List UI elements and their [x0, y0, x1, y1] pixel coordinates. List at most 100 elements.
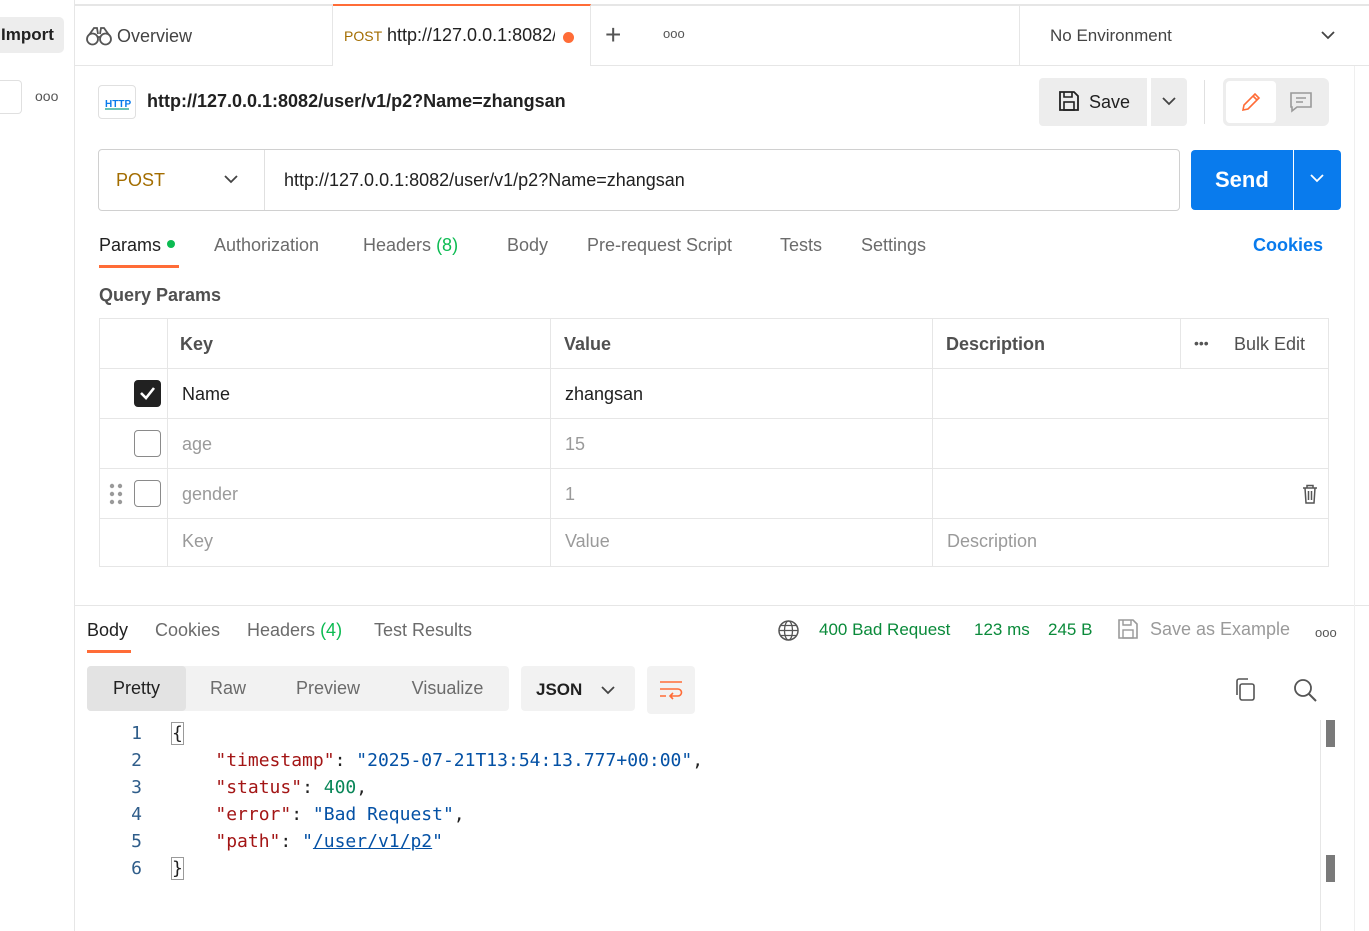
send-button[interactable]: Send: [1191, 150, 1293, 210]
param-key[interactable]: gender: [182, 484, 238, 505]
response-tab-body[interactable]: Body: [87, 620, 128, 641]
view-mode-toggle: [1223, 78, 1329, 126]
format-preview[interactable]: Preview: [270, 666, 386, 711]
response-time[interactable]: 123 ms: [974, 620, 1030, 640]
response-tab-test-results[interactable]: Test Results: [374, 620, 472, 641]
active-tab-underline: [99, 265, 179, 268]
tab-prerequest-script[interactable]: Pre-request Script: [587, 235, 732, 256]
response-size[interactable]: 245 B: [1048, 620, 1092, 640]
code-line[interactable]: {: [171, 722, 184, 745]
save-options-dropdown[interactable]: [1151, 78, 1187, 126]
search-icon[interactable]: [1292, 677, 1318, 703]
new-tab-plus-icon[interactable]: +: [605, 19, 621, 51]
code-line[interactable]: "status": 400,: [172, 777, 367, 798]
json-number-value: 400: [323, 777, 357, 798]
edit-mode-button[interactable]: [1226, 81, 1276, 123]
pencil-icon: [1241, 92, 1261, 112]
drag-handle-icon[interactable]: [109, 483, 123, 505]
json-path-link[interactable]: /user/v1/p2: [313, 831, 432, 852]
response-format-group: Pretty Raw Preview Visualize: [87, 666, 509, 711]
param-key[interactable]: age: [182, 434, 212, 455]
response-more-icon[interactable]: ooo: [1315, 625, 1337, 640]
param-key[interactable]: Name: [182, 384, 230, 405]
tab-authorization[interactable]: Authorization: [214, 235, 319, 256]
json-open-brace: {: [171, 722, 184, 745]
line-number: 5: [131, 831, 142, 852]
trash-icon[interactable]: [1302, 484, 1318, 504]
column-header-description: Description: [946, 334, 1046, 354]
json-key: "status": [215, 777, 303, 798]
new-param-key-input[interactable]: Key: [182, 531, 213, 552]
response-status[interactable]: 400 Bad Request: [819, 620, 950, 640]
page-scrollbar[interactable]: [1354, 66, 1369, 931]
query-params-table: Key Value Description ••• Bulk Edit Name…: [99, 318, 1329, 567]
wrap-lines-icon: [660, 681, 683, 700]
json-key: "timestamp": [215, 750, 335, 771]
format-pretty[interactable]: Pretty: [87, 666, 186, 711]
tab-headers[interactable]: Headers (8): [363, 235, 458, 256]
code-scrollbar-track[interactable]: [1320, 720, 1321, 931]
tab-settings[interactable]: Settings: [861, 235, 926, 256]
tabs-more-icon[interactable]: ooo: [663, 26, 685, 41]
line-number: 4: [131, 804, 142, 825]
line-number: 6: [131, 858, 142, 879]
tab-params[interactable]: Params: [99, 235, 176, 256]
code-line[interactable]: "path": "/user/v1/p2": [172, 831, 443, 852]
code-line[interactable]: }: [171, 857, 184, 880]
checkmark-icon: [140, 387, 156, 400]
send-options-dropdown[interactable]: [1294, 150, 1341, 210]
param-checkbox[interactable]: [134, 380, 161, 407]
save-disk-icon: [1059, 91, 1079, 111]
response-tab-headers[interactable]: Headers (4): [247, 620, 342, 641]
format-raw[interactable]: Raw: [186, 666, 270, 711]
overview-binoculars-icon: [86, 27, 112, 46]
code-scrollbar-marker[interactable]: [1326, 720, 1335, 747]
tab-body[interactable]: Body: [507, 235, 548, 256]
save-button[interactable]: Save: [1039, 78, 1147, 126]
tab-headers-label: Headers: [363, 235, 432, 255]
sidebar-search-box[interactable]: [0, 80, 22, 114]
json-close-brace: }: [171, 857, 184, 880]
tab-method-label: POST: [344, 28, 383, 44]
response-tab-cookies[interactable]: Cookies: [155, 620, 220, 641]
json-string-value: "Bad Request": [312, 804, 454, 825]
code-scrollbar-marker[interactable]: [1326, 855, 1335, 882]
table-more-icon[interactable]: •••: [1194, 335, 1209, 351]
line-number: 1: [131, 723, 142, 744]
bulk-edit-button[interactable]: Bulk Edit: [1234, 334, 1305, 355]
unsaved-dot-icon: [563, 32, 574, 43]
sidebar-more-icon[interactable]: ooo: [35, 88, 58, 104]
column-header-value: Value: [564, 334, 612, 354]
word-wrap-button[interactable]: [647, 666, 695, 714]
param-value[interactable]: 15: [565, 434, 585, 455]
param-checkbox[interactable]: [134, 430, 161, 457]
format-visualize[interactable]: Visualize: [386, 666, 509, 711]
table-row: Name zhangsan: [100, 369, 1328, 419]
url-input[interactable]: http://127.0.0.1:8082/user/v1/p2?Name=zh…: [284, 170, 685, 191]
method-select[interactable]: POST: [99, 150, 265, 210]
code-line[interactable]: "error": "Bad Request",: [172, 804, 464, 825]
response-headers-label: Headers: [247, 620, 316, 640]
request-title[interactable]: http://127.0.0.1:8082/user/v1/p2?Name=zh…: [147, 91, 566, 112]
globe-icon[interactable]: [777, 619, 800, 642]
tab-active-request[interactable]: POST http://127.0.0.1:8082/user/v1/p2?Na…: [333, 4, 591, 66]
param-checkbox[interactable]: [134, 480, 161, 507]
new-param-value-input[interactable]: Value: [565, 531, 610, 552]
import-button[interactable]: Import: [0, 17, 64, 53]
new-param-description-input[interactable]: Description: [947, 531, 1037, 552]
environment-selector[interactable]: No Environment: [1019, 6, 1369, 66]
param-value[interactable]: 1: [565, 484, 575, 505]
language-select[interactable]: JSON: [521, 666, 635, 711]
save-as-example-button[interactable]: Save as Example: [1150, 619, 1290, 640]
param-value[interactable]: zhangsan: [565, 384, 643, 405]
comment-icon[interactable]: [1289, 90, 1313, 114]
active-tab-underline: [87, 650, 131, 653]
tab-overview[interactable]: Overview: [75, 6, 333, 66]
tab-tests[interactable]: Tests: [780, 235, 822, 256]
url-bar: POST http://127.0.0.1:8082/user/v1/p2?Na…: [98, 149, 1180, 211]
code-line[interactable]: "timestamp": "2025-07-21T13:54:13.777+00…: [172, 750, 703, 771]
tab-bar: Overview POST http://127.0.0.1:8082/user…: [75, 4, 1369, 66]
copy-icon[interactable]: [1233, 677, 1257, 703]
response-divider[interactable]: [75, 605, 1369, 606]
cookies-link[interactable]: Cookies: [1253, 235, 1323, 256]
